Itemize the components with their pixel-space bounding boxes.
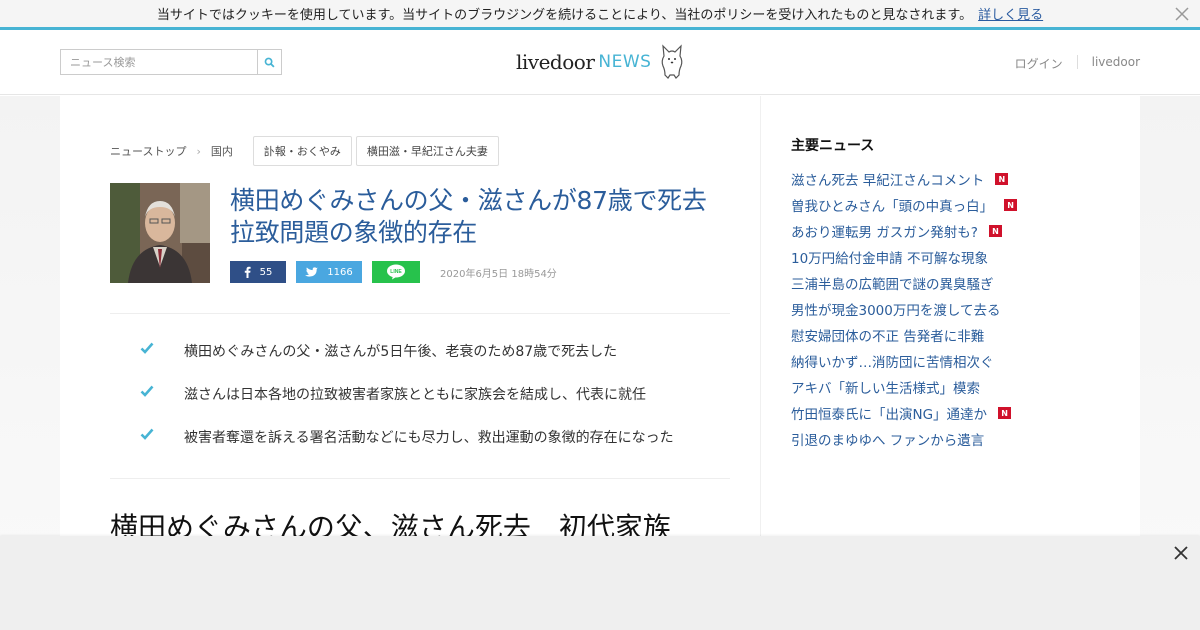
news-item-text: 慰安婦団体の不正 告発者に非難 [791,329,985,345]
login-link[interactable]: ログイン [1015,55,1063,72]
news-item-text: 男性が現金3000万円を渡して去る [791,303,1001,319]
divider [1076,55,1078,69]
dog-mascot-icon [662,44,683,79]
site-header: livedoor NEWS ログイン livedoor [0,30,1200,95]
livedoor-link[interactable]: livedoor [1092,55,1140,72]
divider-bottom [110,478,730,479]
cookie-details-link[interactable]: 詳しく見る [978,4,1043,23]
news-item[interactable]: 納得いかず…消防団に苦情相次ぐ [791,348,1017,374]
summary-item: 横田めぐみさんの父・滋さんが5日午後、老衰のため87歳で死去した [140,341,720,384]
sidebar-title: 主要ニュース [791,138,875,154]
sidebar: 主要ニュース 滋さん死去 早紀江さんコメント N 曽我ひとみさん「頭の中真っ白」 N あ… [760,96,1140,536]
site-logo[interactable]: livedoor NEWS [516,42,685,82]
twitter-share-button[interactable]: 1166 [296,261,362,283]
news-item[interactable]: 男性が現金3000万円を渡して去る [791,296,1017,322]
news-item[interactable]: 三浦半島の広範囲で謎の異臭騒ぎ [791,270,1017,296]
search-box [60,49,282,75]
news-item[interactable]: 10万円給付金申請 不可解な現象 [791,244,1017,270]
logo-news-text: NEWS [598,52,652,72]
line-icon: LINE [387,264,405,280]
twitter-count: 1166 [327,266,353,278]
news-list: 滋さん死去 早紀江さんコメント N 曽我ひとみさん「頭の中真っ白」 N あおり運転男 ガ… [791,166,1018,452]
news-item[interactable]: アキバ「新しい生活様式」模索 [791,374,1017,400]
news-item[interactable]: あおり運転男 ガスガン発射も? N [791,218,1017,244]
search-input[interactable] [61,50,257,74]
close-icon[interactable] [1174,6,1190,22]
news-item[interactable]: 滋さん死去 早紀江さんコメント N [791,166,1017,192]
checkmark-icon [140,384,184,401]
facebook-share-button[interactable]: 55 [230,261,286,283]
article-body-title: 横田めぐみさんの父、滋さん死去 初代家族 [110,511,671,536]
summary-item: 被害者奪還を訴える署名活動などにも尽力し、救出運動の象徴的存在になった [140,427,720,470]
article-summary: 横田めぐみさんの父・滋さんが5日午後、老衰のため87歳で死去した 滋さんは日本各… [140,341,720,470]
tag-yokota-couple[interactable]: 横田滋・早紀江さん夫妻 [355,136,499,166]
news-item-text: 滋さん死去 早紀江さんコメント [791,173,985,189]
news-item-text: 竹田恒泰氏に「出演NG」通達か [791,407,988,423]
article-thumbnail[interactable] [110,183,210,283]
new-badge: N [998,407,1012,419]
article-main: ニューストップ › 国内 訃報・おくやみ 横田滋・早紀江さん夫妻 横田めぐみさん… [60,96,760,536]
summary-text: 横田めぐみさんの父・滋さんが5日午後、老衰のため87歳で死去した [184,344,618,360]
news-item-text: あおり運転男 ガスガン発射も? [791,225,978,241]
search-icon [264,57,275,68]
facebook-icon [244,266,251,278]
article-headline: 横田めぐみさんの父・滋さんが87歳で死去 拉致問題の象徴的存在 [230,186,707,247]
ad-overlay [0,536,1200,630]
checkmark-icon [140,427,184,444]
news-item[interactable]: 引退のまゆゆへ ファンから遺言 [791,426,1017,452]
new-badge: N [1004,199,1018,211]
news-item[interactable]: 慰安婦団体の不正 告発者に非難 [791,322,1017,348]
breadcrumb: ニューストップ › 国内 訃報・おくやみ 横田滋・早紀江さん夫妻 [110,136,499,166]
facebook-count: 55 [259,266,273,278]
summary-text: 滋さんは日本各地の拉致被害者家族とともに家族会を結成し、代表に就任 [184,387,646,403]
new-badge: N [988,225,1002,237]
news-item-text: 三浦半島の広範囲で謎の異臭騒ぎ [791,277,994,293]
tag-obituary[interactable]: 訃報・おくやみ [252,136,352,166]
breadcrumb-domestic[interactable]: 国内 [211,143,233,159]
logo-livedoor-text: livedoor [516,50,595,74]
news-item-text: アキバ「新しい生活様式」模索 [791,381,980,397]
new-badge: N [995,173,1009,185]
twitter-icon [305,266,319,277]
cookie-message: 当サイトではクッキーを使用しています。当サイトのブラウジングを続けることにより、… [156,8,973,23]
summary-text: 被害者奪還を訴える署名活動などにも尽力し、救出運動の象徴的存在になった [184,430,674,446]
line-label: LINE [390,269,402,275]
share-row: 55 1166 LINE 2020年6月5日 18時54分 [230,261,557,283]
news-item-text: 引退のまゆゆへ ファンから遺言 [791,433,985,449]
news-item[interactable]: 曽我ひとみさん「頭の中真っ白」 N [791,192,1018,218]
checkmark-icon [140,341,184,358]
news-item[interactable]: 竹田恒泰氏に「出演NG」通達か N [791,400,1017,426]
portrait-image [110,183,210,283]
summary-item: 滋さんは日本各地の拉致被害者家族とともに家族会を結成し、代表に就任 [140,384,720,427]
close-icon[interactable] [1172,544,1190,562]
news-item-text: 納得いかず…消防団に苦情相次ぐ [791,355,994,371]
line-share-button[interactable]: LINE [372,261,420,283]
publish-date: 2020年6月5日 18時54分 [440,268,557,280]
news-item-text: 曽我ひとみさん「頭の中真っ白」 [791,199,994,215]
cookie-banner: 当サイトではクッキーを使用しています。当サイトのブラウジングを続けることにより、… [0,0,1200,30]
chevron-right-icon: › [196,144,201,158]
breadcrumb-news-top[interactable]: ニューストップ [110,143,186,159]
news-item-text: 10万円給付金申請 不可解な現象 [791,251,988,267]
search-button[interactable] [257,50,281,74]
header-links: ログイン livedoor [1015,55,1140,72]
divider-top [110,313,730,314]
